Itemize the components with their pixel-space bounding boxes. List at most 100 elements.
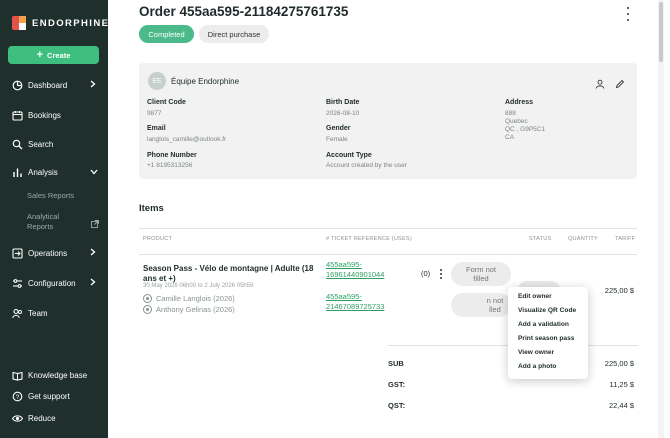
sidebar-item-dashboard[interactable]: Dashboard [0,74,108,96]
more-options-icon[interactable] [622,7,634,21]
item-tariff: 225,00 $ [604,286,634,295]
page-title: Order 455aa595-21184275761735 [139,4,349,19]
scrollbar-thumb[interactable] [659,2,663,62]
user-profile-icon[interactable] [595,76,605,89]
sidebar-item-reduce[interactable]: Reduce [0,407,108,429]
main-content: Order 455aa595-21184275761735 Completed … [108,0,664,438]
column-header-quantity: QUANTITY [568,236,598,242]
form-status-line2: lled [489,305,501,314]
chevron-right-icon [90,278,100,288]
qst-label: QST: [388,401,406,410]
ticket-reference-line1: 455aa595- [326,260,362,269]
ticket-reference-line2: 16961440901044 [326,270,385,279]
ticket-reference-link[interactable]: 455aa595- 21467089725733 [326,292,384,312]
product-name: Season Pass - Vélo de montagne | Adulte … [143,264,314,283]
sidebar-item-label: Operations [28,248,68,258]
row-more-options-icon[interactable] [439,269,443,279]
form-status-line1: Form not [465,265,496,274]
sidebar-item-configuration[interactable]: Configuration [0,272,108,294]
menu-item-print-season-pass[interactable]: Print season pass [518,335,574,342]
column-header-ticket-reference: # TICKET REFERENCE (USES) [326,236,412,242]
brand-name: ENDORPHINE [32,17,110,29]
user-avatar-icon [143,305,152,314]
sidebar-item-label: Configuration [28,278,76,288]
items-section-title: Items [139,203,164,214]
sidebar-subitem-analytical-reports[interactable]: Analytical Reports [27,212,67,231]
divider [139,254,637,255]
sidebar-item-bookings[interactable]: Bookings [0,104,108,126]
gender-label: Gender [326,125,351,132]
menu-item-add-photo[interactable]: Add a photo [518,363,556,370]
sidebar-item-get-support[interactable]: ? Get support [0,385,108,407]
status-badge: Completed [139,25,194,43]
email-value: langlois_camille@outlook.fr [147,136,227,143]
address-line4: CA [505,134,515,141]
order-type-badge: Direct purchase [199,25,269,43]
sidebar-item-label: Search [28,139,54,149]
sidebar-item-search[interactable]: Search [0,133,108,155]
pass-holder-name: Camille Langlois (2026) [156,294,235,303]
ticket-reference-link[interactable]: 455aa595- 16961440901044 [326,260,384,280]
sidebar-item-label: Reduce [28,413,56,423]
gst-value: 11,25 $ [609,380,634,389]
sidebar-subitem-sales-reports[interactable]: Sales Reports [27,191,74,200]
menu-item-visualize-qr-code[interactable]: Visualize QR Code [518,307,576,314]
chevron-right-icon [90,80,100,90]
operations-icon [12,247,23,259]
eye-icon [12,413,23,424]
team-icon [12,308,23,319]
gst-label: GST: [388,380,406,389]
sidebar-item-label: Bookings [28,110,61,120]
client-card: EE Équipe Endorphine Client Code 9877 Bi… [139,63,637,179]
divider [139,228,637,229]
sidebar-item-operations[interactable]: Operations [0,242,108,264]
calendar-icon [12,110,23,121]
vertical-scrollbar[interactable] [658,0,664,438]
edit-pencil-icon[interactable] [615,76,625,89]
form-status-badge[interactable]: Form not filled [451,262,511,286]
create-button-label: Create [47,50,71,60]
subtotal-value: 225,00 $ [604,359,634,368]
help-icon: ? [12,391,23,402]
gender-value: Female [326,136,348,143]
user-avatar-icon [143,294,152,303]
ticket-reference-line2: 21467089725733 [326,302,385,311]
form-status-badge[interactable]: n not lled [451,293,511,317]
pass-holder: Anthony Gelinas (2026) [143,305,235,314]
search-icon [12,139,23,150]
sidebar-item-label: Knowledge base [28,370,88,380]
email-label: Email [147,125,166,132]
menu-item-add-validation[interactable]: Add a validation [518,321,569,328]
create-button[interactable]: + Create [8,46,99,64]
phone-value: +1 8195313256 [147,162,193,169]
column-header-product: PRODUCT [143,236,173,242]
avatar: EE [148,72,166,90]
pass-holder: Camille Langlois (2026) [143,294,235,303]
dashboard-icon [12,80,23,91]
sidebar-item-label: Analysis [28,167,58,177]
pass-holder-name: Anthony Gelinas (2026) [156,305,235,314]
menu-item-view-owner[interactable]: View owner [518,349,554,356]
ticket-context-menu: Edit owner Visualize QR Code Add a valid… [508,287,588,379]
account-type-value: Account created by the user [326,162,407,169]
brand-logo-icon [12,16,26,30]
sidebar-item-label: Dashboard [28,80,68,90]
qst-value: 22,44 $ [608,401,634,410]
analysis-icon [12,167,23,178]
sidebar-item-knowledge-base[interactable]: Knowledge base [0,364,108,386]
chevron-down-icon [90,167,100,177]
sidebar-item-label: Get support [28,391,70,401]
form-status-line2: filled [473,274,489,283]
sidebar-item-label: Team [28,308,48,318]
phone-label: Phone Number [147,152,197,159]
address-label: Address [505,99,534,106]
birth-date-value: 2026-08-10 [326,110,360,117]
sidebar-item-team[interactable]: Team [0,302,108,324]
column-header-tariff: TARIFF [615,236,636,242]
ticket-reference-line1: 455aa595- [326,292,362,301]
brand[interactable]: ENDORPHINE [12,16,109,30]
sidebar-item-analysis[interactable]: Analysis [0,161,108,183]
menu-item-edit-owner[interactable]: Edit owner [518,293,552,300]
birth-date-label: Birth Date [326,99,360,106]
sidebar: ENDORPHINE + Create Dashboard Bookings S… [0,0,108,438]
